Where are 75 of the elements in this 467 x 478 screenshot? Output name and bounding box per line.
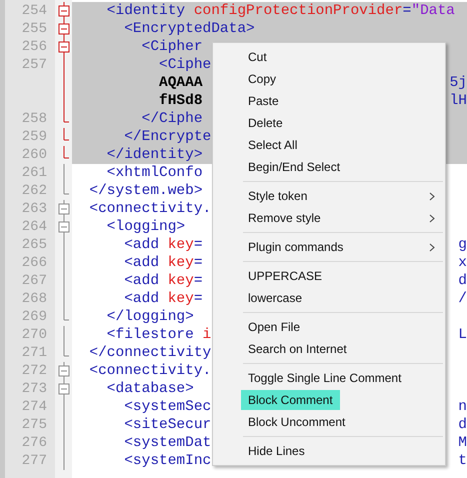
menu-item[interactable]: lowercase: [241, 288, 310, 308]
code-line: <add key=: [123, 254, 203, 272]
menu-item[interactable]: Toggle Single Line Comment: [241, 368, 408, 388]
menu-item[interactable]: Style token: [241, 186, 314, 206]
menu-item[interactable]: Paste: [241, 91, 286, 111]
fold-box-icon[interactable]: [58, 362, 70, 380]
code-line: <filestore i: [106, 326, 212, 344]
code-line: <logging>: [106, 218, 186, 236]
menu-item[interactable]: Search on Internet: [241, 339, 354, 359]
menu-item[interactable]: Copy: [241, 69, 284, 89]
code-line: <add key=: [123, 290, 203, 308]
code-line: <database>: [106, 380, 194, 398]
menu-item[interactable]: Hide Lines: [241, 441, 312, 461]
line-number: 265: [22, 236, 47, 254]
code-line: <EncryptedData>: [123, 20, 255, 38]
code-line: </logging>: [106, 308, 194, 326]
code-line: </system.web>: [88, 182, 203, 200]
fold-box-icon[interactable]: [58, 38, 70, 56]
menu-item[interactable]: Plugin commands: [241, 237, 350, 257]
code-line: fHSd8: [158, 92, 203, 110]
line-number: 269: [22, 308, 47, 326]
menu-item[interactable]: Begin/End Select: [241, 157, 348, 177]
code-line: <connectivity.: [88, 362, 212, 380]
menu-item[interactable]: Cut: [241, 47, 274, 67]
code-line: <systemInc: [123, 452, 212, 470]
line-number: 270: [22, 326, 47, 344]
code-line: <systemDat: [123, 434, 212, 452]
line-number: 274: [22, 398, 47, 416]
line-number: 275: [22, 416, 47, 434]
code-line: <siteSecur: [123, 416, 212, 434]
code-line: </connectivity: [88, 344, 212, 362]
line-number: 272: [22, 362, 47, 380]
line-number: 263: [22, 200, 47, 218]
line-number: 271: [22, 344, 47, 362]
code-line: <xhtmlConfo: [106, 164, 203, 182]
line-number: 259: [22, 128, 47, 146]
menu-item[interactable]: Delete: [241, 113, 290, 133]
code-line: </identity>: [106, 146, 203, 164]
code-line: <Cipher: [140, 38, 203, 56]
fold-box-icon[interactable]: [58, 200, 70, 218]
code-line: AQAAA: [158, 74, 203, 92]
menu-item[interactable]: Block Comment: [241, 390, 340, 410]
line-number: 261: [22, 164, 47, 182]
code-line: </Ciphe: [140, 110, 203, 128]
code-line: <connectivity.: [88, 200, 212, 218]
line-number: 273: [22, 380, 47, 398]
line-number: 276: [22, 434, 47, 452]
fold-box-icon[interactable]: [58, 20, 70, 38]
menu-item[interactable]: Block Uncomment: [241, 412, 352, 432]
fold-box-icon[interactable]: [58, 2, 70, 20]
menu-item[interactable]: UPPERCASE: [241, 266, 330, 286]
menu-item[interactable]: Remove style: [241, 208, 328, 228]
line-number: 267: [22, 272, 47, 290]
line-number: 255: [22, 20, 47, 38]
line-number: 256: [22, 38, 47, 56]
line-number: 266: [22, 254, 47, 272]
line-number: 254: [22, 2, 47, 20]
code-line: <systemSec: [123, 398, 212, 416]
line-number: 264: [22, 218, 47, 236]
line-number: 257: [22, 56, 47, 74]
code-line: <Ciphe: [158, 56, 212, 74]
code-line: <identity configProtectionProvider="Data: [106, 2, 455, 20]
line-number: 277: [22, 452, 47, 470]
menu-item[interactable]: Select All: [241, 135, 304, 155]
fold-box-icon[interactable]: [58, 218, 70, 236]
line-number: 268: [22, 290, 47, 308]
menu-item[interactable]: Open File: [241, 317, 308, 337]
code-line: </Encrypte: [123, 128, 212, 146]
line-number: 258: [22, 110, 47, 128]
code-line: <add key=: [123, 272, 203, 290]
fold-box-icon[interactable]: [58, 380, 70, 398]
code-line: <add key=: [123, 236, 203, 254]
line-number: 262: [22, 182, 47, 200]
code-fragment: 5j: [450, 74, 467, 92]
line-number: 260: [22, 146, 47, 164]
